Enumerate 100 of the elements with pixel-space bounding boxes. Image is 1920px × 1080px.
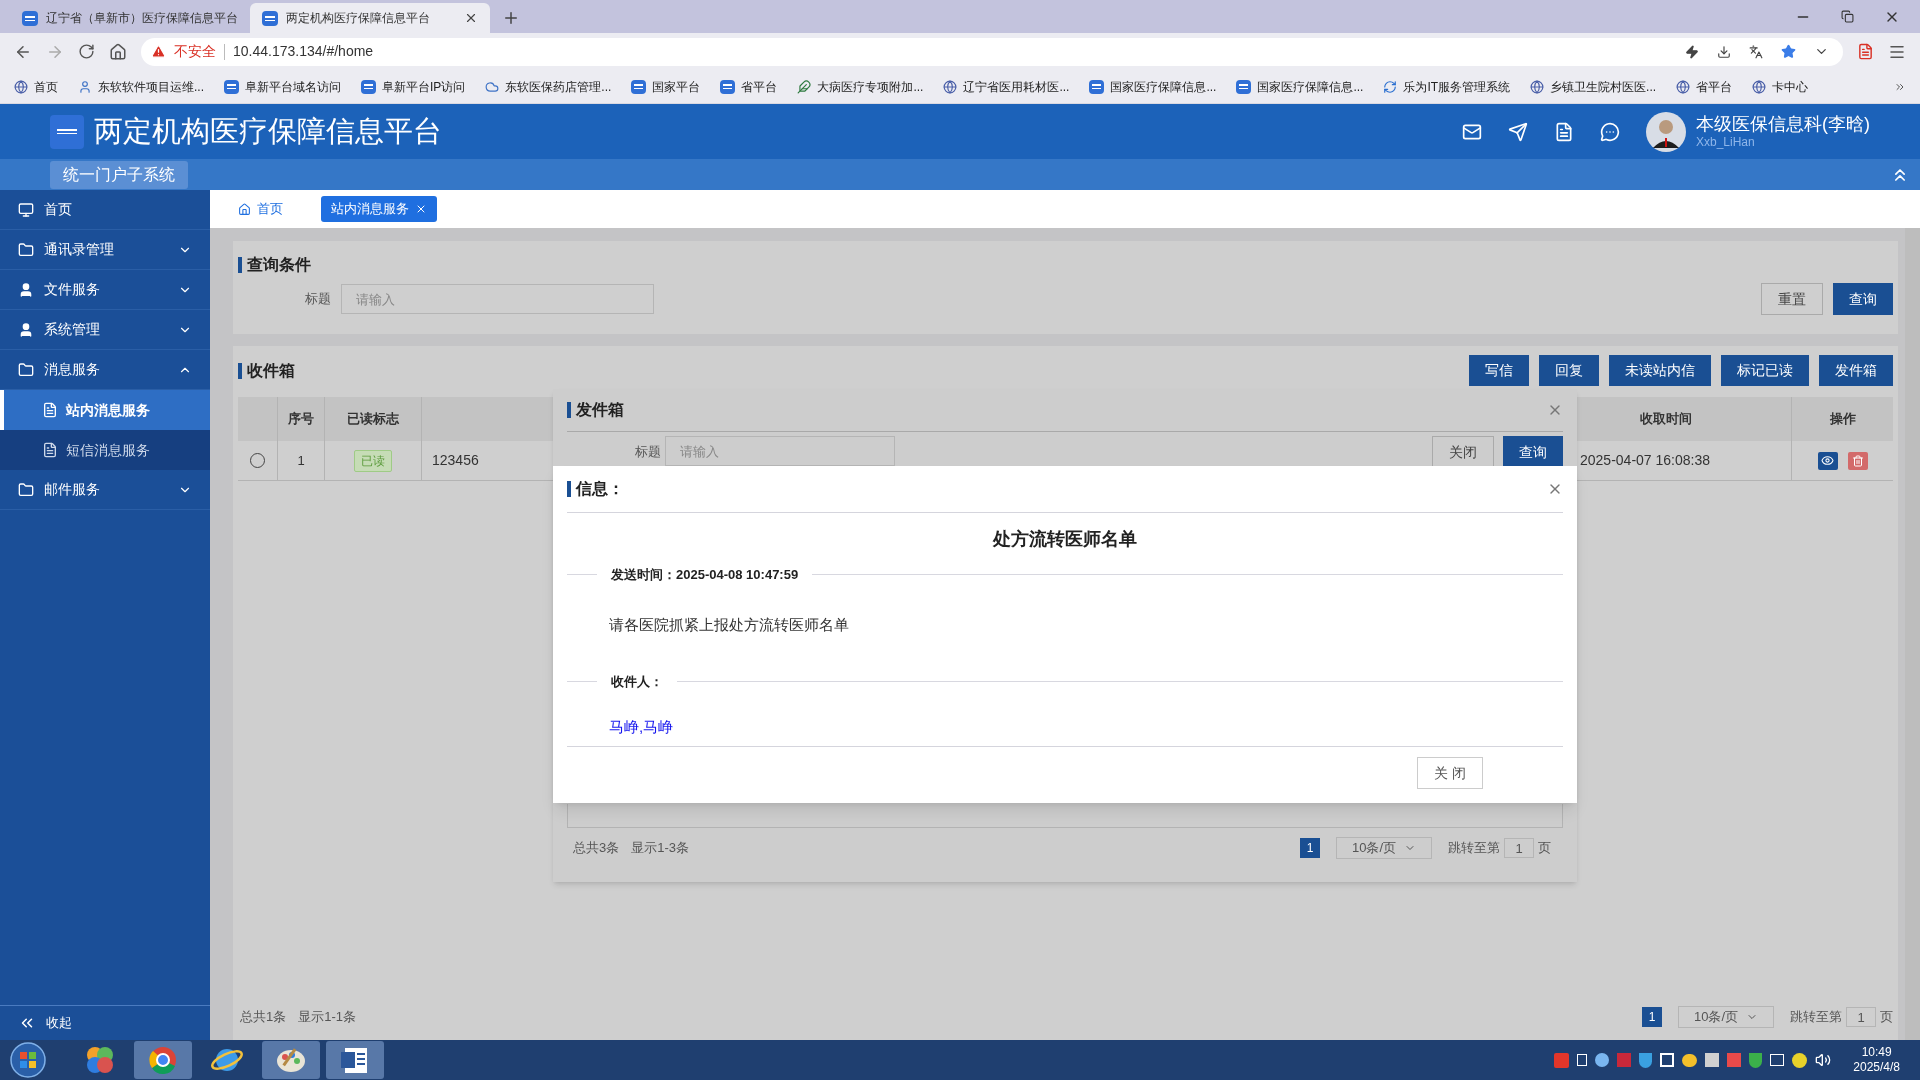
document-icon <box>42 442 58 458</box>
close-icon[interactable] <box>415 203 427 215</box>
monitor-icon <box>18 201 34 218</box>
browser-icon[interactable] <box>134 1041 192 1079</box>
bookmark[interactable]: 首页 <box>14 77 58 96</box>
document-icon[interactable] <box>1554 121 1574 142</box>
header-cell: 操作 <box>1792 397 1893 441</box>
tray-icon[interactable] <box>1660 1053 1675 1067</box>
page-input[interactable]: 1 <box>1846 1007 1876 1027</box>
query-button[interactable]: 查询 <box>1503 436 1563 468</box>
delete-button[interactable] <box>1847 451 1868 470</box>
view-button[interactable] <box>1817 451 1838 470</box>
query-button[interactable]: 查询 <box>1833 283 1893 315</box>
user-name: 本级医保信息科(李晗) <box>1696 112 1870 136</box>
bookmark[interactable]: 阜新平台域名访问 <box>224 77 341 96</box>
bookmark[interactable]: 省平台 <box>720 77 778 96</box>
home-icon <box>238 202 251 216</box>
tray-icon[interactable] <box>1595 1053 1610 1067</box>
bookmark[interactable]: 大病医疗专项附加... <box>797 77 924 96</box>
browser-tab[interactable]: 辽宁省（阜新市）医疗保障信息平台 <box>10 3 250 33</box>
logo-icon <box>361 79 376 94</box>
pdf-icon[interactable] <box>1857 43 1874 60</box>
logo-icon <box>50 114 84 149</box>
bookmark[interactable]: 东软医保药店管理... <box>485 77 612 96</box>
bookmark[interactable]: 乐为IT服务管理系统 <box>1383 77 1511 96</box>
feather-icon <box>797 79 812 94</box>
page-tab[interactable]: 站内消息服务 <box>321 196 437 222</box>
new-tab-icon[interactable] <box>502 9 520 27</box>
app-title: 两定机构医疗保障信息平台 <box>94 113 442 149</box>
bookmark[interactable]: 国家医疗保障信息... <box>1089 77 1217 96</box>
message-body: 请各医院抓紧上报处方流转医师名单 <box>609 614 850 635</box>
user-icon <box>18 321 34 338</box>
bookmark[interactable]: 国家医疗保障信息... <box>1236 77 1364 96</box>
title-input[interactable]: 请输入 <box>341 284 654 314</box>
refresh-icon <box>1383 79 1398 94</box>
close-icon[interactable] <box>464 11 478 25</box>
toolbar-button[interactable]: 写信 <box>1469 355 1529 386</box>
divider-label: 发送时间：2025-04-08 10:47:59 <box>610 566 800 584</box>
bookmark[interactable]: 国家平台 <box>631 77 701 96</box>
logo-icon <box>224 79 239 94</box>
clock-date: 2025/4/8 <box>1853 1060 1900 1075</box>
logo-icon <box>22 10 38 26</box>
bookmark[interactable]: 辽宁省医用耗材医... <box>943 77 1070 96</box>
sidebar-subitem[interactable]: 站内消息服务 <box>0 390 210 430</box>
user-icon <box>18 281 34 298</box>
table-cell: 1 <box>278 441 325 481</box>
contact-icon <box>78 79 92 94</box>
palette-icon[interactable] <box>262 1041 320 1079</box>
close-button[interactable]: 关 闭 <box>1417 757 1483 789</box>
showing-range: 显示1-1条 <box>298 1008 357 1027</box>
tray-icon[interactable] <box>1577 1054 1588 1066</box>
address-bar[interactable]: 不安全 10.44.173.134/#/home <box>141 37 1843 66</box>
lightning-icon[interactable] <box>1685 44 1699 59</box>
tray-icon[interactable] <box>1705 1053 1720 1067</box>
star-icon[interactable] <box>1781 44 1796 59</box>
clock-time: 10:49 <box>1861 1045 1892 1060</box>
tray-icon[interactable] <box>1792 1052 1808 1068</box>
page-button[interactable]: 1 <box>1642 1007 1662 1027</box>
bookmark[interactable]: 东软软件项目运维... <box>78 77 204 96</box>
page-input[interactable]: 1 <box>1504 838 1534 858</box>
scrollbar[interactable] <box>1905 228 1920 1040</box>
browser-tab[interactable]: 两定机构医疗保障信息平台 <box>250 3 490 33</box>
page-tab[interactable]: 首页 <box>228 196 293 222</box>
toolbar-button[interactable]: 回复 <box>1539 355 1599 386</box>
reload-icon[interactable] <box>78 43 95 60</box>
start-button[interactable] <box>8 1041 48 1079</box>
page-button[interactable]: 1 <box>1300 838 1320 858</box>
total-count: 总共1条 <box>240 1008 287 1027</box>
bookmark[interactable]: 卡中心 <box>1752 77 1809 96</box>
tab-title: 两定机构医疗保障信息平台 <box>286 10 431 27</box>
tray-icon[interactable] <box>1682 1053 1698 1067</box>
toolbar-button[interactable]: 标记已读 <box>1721 355 1809 386</box>
sidebar-subitem[interactable]: 短信消息服务 <box>0 430 210 470</box>
volume-icon[interactable] <box>1815 1052 1832 1068</box>
tray-icon[interactable] <box>1770 1054 1785 1066</box>
section-title: 收件箱 <box>247 360 295 381</box>
field-label: 标题 <box>305 290 332 309</box>
page-size-select[interactable]: 10条/页 <box>1678 1006 1774 1028</box>
avatar[interactable] <box>1646 111 1686 152</box>
recipients-link[interactable]: 马峥,马峥 <box>609 715 674 738</box>
reset-button[interactable]: 重置 <box>1761 283 1823 315</box>
toolbar-button[interactable]: 未读站内信 <box>1609 355 1711 386</box>
bookmark[interactable]: 省平台 <box>1676 77 1733 96</box>
chat-icon[interactable] <box>1600 121 1620 142</box>
page-suffix: 页 <box>1880 1008 1893 1027</box>
document-icon[interactable] <box>326 1041 384 1079</box>
toolbar-button[interactable]: 发件箱 <box>1819 355 1893 386</box>
page-size-select[interactable]: 10条/页 <box>1336 837 1432 859</box>
translate-icon[interactable] <box>1749 44 1763 59</box>
title-input[interactable]: 请输入 <box>665 436 895 466</box>
download-icon[interactable] <box>1717 44 1731 59</box>
url-text: 10.44.173.134/#/home <box>233 42 374 61</box>
home-icon[interactable] <box>109 42 127 61</box>
field-label: 标题 <box>635 443 661 461</box>
bookmark[interactable]: 乡镇卫生院村医医... <box>1530 77 1657 96</box>
send-icon[interactable] <box>1508 121 1528 142</box>
bookmark[interactable]: 阜新平台IP访问 <box>361 77 466 96</box>
restore-icon[interactable] <box>1841 10 1854 23</box>
logo-icon <box>262 10 278 26</box>
showing-range: 显示1-3条 <box>631 839 690 858</box>
